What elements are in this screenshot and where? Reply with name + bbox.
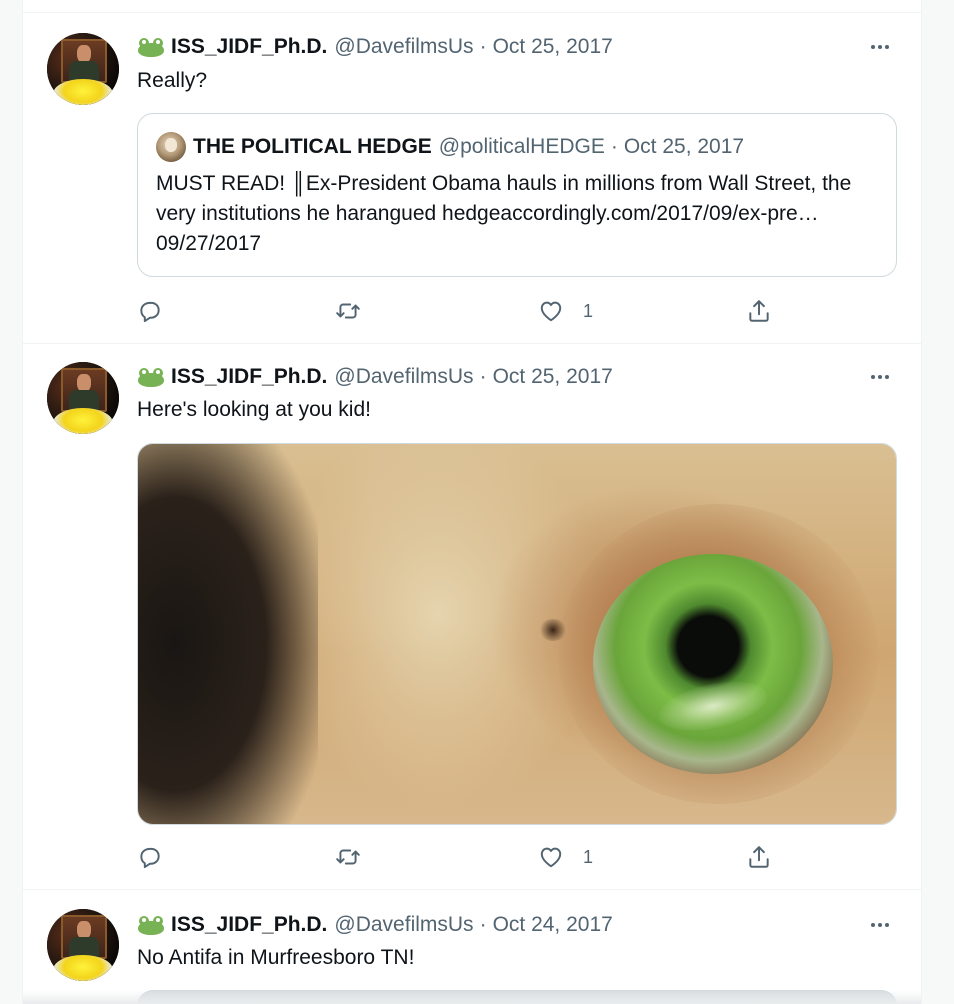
more-options-button[interactable] bbox=[865, 35, 895, 59]
tweet-date[interactable]: Oct 25, 2017 bbox=[493, 365, 613, 389]
quoted-display-name: THE POLITICAL HEDGE bbox=[193, 135, 432, 158]
user-handle[interactable]: @DavefilmsUs bbox=[334, 35, 473, 59]
tweet-header: ISS_JIDF_Ph.D. @DavefilmsUs · Oct 25, 20… bbox=[137, 35, 613, 59]
tweet[interactable]: ISS_JIDF_Ph.D. @DavefilmsUs · Oct 25, 20… bbox=[23, 13, 921, 344]
share-icon bbox=[749, 300, 769, 322]
tweet-date[interactable]: Oct 25, 2017 bbox=[493, 35, 613, 59]
tweet-header: ISS_JIDF_Ph.D. @DavefilmsUs · Oct 25, 20… bbox=[137, 365, 613, 389]
tweet-date[interactable]: Oct 24, 2017 bbox=[493, 913, 613, 937]
more-horizontal-icon bbox=[871, 375, 875, 379]
separator: · bbox=[479, 35, 487, 58]
more-horizontal-icon bbox=[871, 923, 875, 927]
timeline: ISS_JIDF_Ph.D. @DavefilmsUs · Oct 25, 20… bbox=[22, 0, 922, 1004]
display-name[interactable]: ISS_JIDF_Ph.D. bbox=[171, 913, 327, 937]
retweet-icon bbox=[336, 849, 360, 865]
reply-icon bbox=[140, 301, 160, 323]
quoted-user-handle: @politicalHEDGE bbox=[438, 135, 605, 158]
quoted-tweet-header: THE POLITICAL HEDGE @politicalHEDGE · Oc… bbox=[156, 132, 744, 162]
reply-button[interactable] bbox=[137, 296, 163, 326]
like-count: 1 bbox=[583, 300, 594, 321]
share-button[interactable] bbox=[746, 296, 772, 326]
user-handle[interactable]: @DavefilmsUs bbox=[334, 365, 473, 389]
separator: · bbox=[610, 135, 618, 158]
reply-icon bbox=[140, 847, 160, 869]
reply-button[interactable] bbox=[137, 842, 163, 872]
more-horizontal-icon bbox=[871, 45, 875, 49]
tweet-actions: 1 bbox=[137, 842, 777, 872]
retweet-icon bbox=[336, 303, 360, 319]
frog-emoji-icon bbox=[137, 37, 165, 57]
quoted-tweet[interactable]: THE POLITICAL HEDGE @politicalHEDGE · Oc… bbox=[137, 113, 897, 277]
user-handle[interactable]: @DavefilmsUs bbox=[334, 913, 473, 937]
quoted-avatar bbox=[156, 132, 186, 162]
quoted-tweet-text: MUST READ! ║Ex-President Obama hauls in … bbox=[156, 172, 852, 255]
like-button[interactable]: 1 bbox=[538, 296, 593, 326]
tweet[interactable]: ISS_JIDF_Ph.D. @DavefilmsUs · Oct 25, 20… bbox=[23, 344, 921, 890]
tweet-text: No Antifa in Murfreesboro TN! bbox=[137, 946, 415, 969]
tweet-text: Here's looking at you kid! bbox=[137, 398, 371, 421]
separator: · bbox=[479, 365, 487, 388]
like-button[interactable]: 1 bbox=[538, 842, 593, 872]
separator: · bbox=[479, 913, 487, 936]
frog-emoji-icon bbox=[137, 915, 165, 935]
share-button[interactable] bbox=[746, 842, 772, 872]
avatar[interactable] bbox=[47, 362, 119, 434]
tweet[interactable]: ISS_JIDF_Ph.D. @DavefilmsUs · Oct 24, 20… bbox=[23, 890, 921, 1004]
more-options-button[interactable] bbox=[865, 913, 895, 937]
frog-emoji-icon bbox=[137, 367, 165, 387]
retweet-button[interactable] bbox=[335, 842, 361, 872]
avatar[interactable] bbox=[47, 33, 119, 105]
like-heart-icon bbox=[540, 847, 562, 868]
tweet-header: ISS_JIDF_Ph.D. @DavefilmsUs · Oct 24, 20… bbox=[137, 913, 613, 937]
tweet-text: Really? bbox=[137, 69, 208, 92]
share-icon bbox=[749, 846, 769, 868]
like-count: 1 bbox=[583, 846, 594, 867]
retweet-button[interactable] bbox=[335, 296, 361, 326]
quoted-tweet-date: Oct 25, 2017 bbox=[623, 135, 745, 158]
display-name[interactable]: ISS_JIDF_Ph.D. bbox=[171, 35, 327, 59]
more-options-button[interactable] bbox=[865, 365, 895, 389]
tweet-image[interactable] bbox=[137, 443, 897, 825]
display-name[interactable]: ISS_JIDF_Ph.D. bbox=[171, 365, 327, 389]
avatar[interactable] bbox=[47, 909, 119, 981]
scroll-fade bbox=[23, 990, 921, 1004]
like-heart-icon bbox=[540, 301, 562, 322]
tweet-actions: 1 bbox=[137, 296, 777, 326]
